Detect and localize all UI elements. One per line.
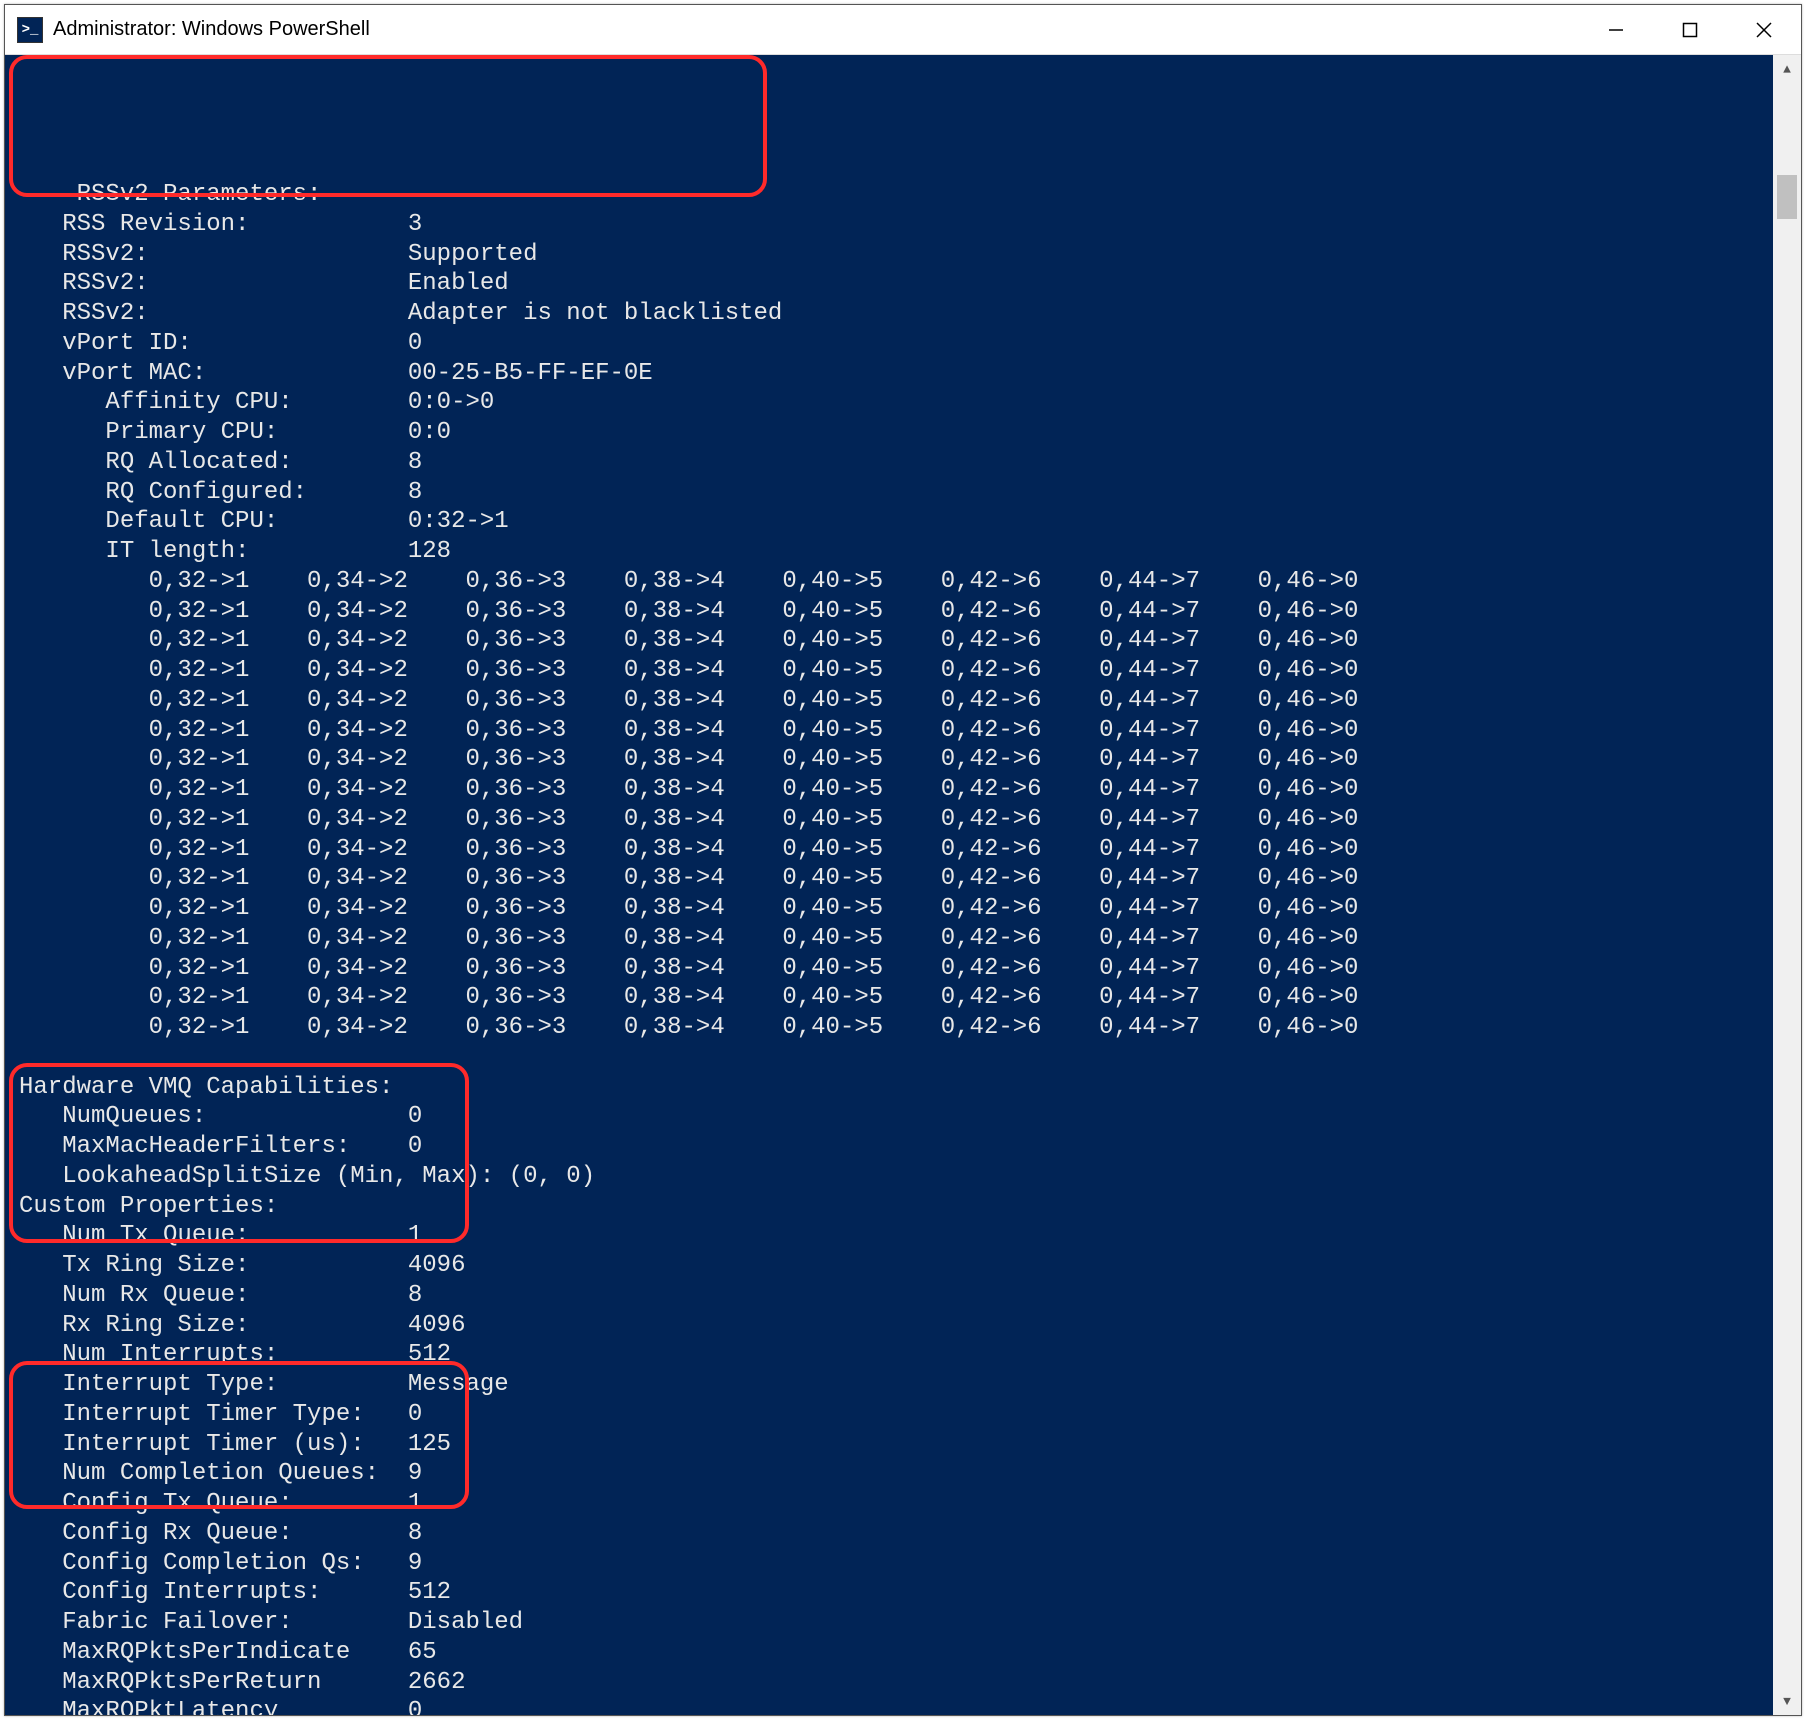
- vertical-scrollbar[interactable]: ▲ ▼: [1773, 55, 1801, 1715]
- maximize-icon: [1682, 22, 1698, 38]
- scroll-up-icon[interactable]: ▲: [1773, 55, 1801, 83]
- console-text: RSSv2 Parameters: RSS Revision: 3 RSSv2:…: [19, 181, 1358, 1715]
- window-title: Administrator: Windows PowerShell: [53, 18, 1579, 41]
- minimize-icon: [1607, 21, 1625, 39]
- minimize-button[interactable]: [1579, 5, 1653, 54]
- scrollbar-thumb[interactable]: [1777, 175, 1797, 219]
- console-output[interactable]: RSSv2 Parameters: RSS Revision: 3 RSSv2:…: [5, 55, 1773, 1715]
- titlebar[interactable]: >_ Administrator: Windows PowerShell: [5, 5, 1801, 55]
- scroll-down-icon[interactable]: ▼: [1773, 1687, 1801, 1715]
- window-controls: [1579, 5, 1801, 54]
- console-area: RSSv2 Parameters: RSS Revision: 3 RSSv2:…: [5, 55, 1801, 1715]
- close-button[interactable]: [1727, 5, 1801, 54]
- highlight-rssv2: [9, 55, 767, 197]
- maximize-button[interactable]: [1653, 5, 1727, 54]
- close-icon: [1755, 21, 1773, 39]
- powershell-window: >_ Administrator: Windows PowerShell RSS…: [4, 4, 1802, 1716]
- powershell-icon: >_: [17, 17, 43, 43]
